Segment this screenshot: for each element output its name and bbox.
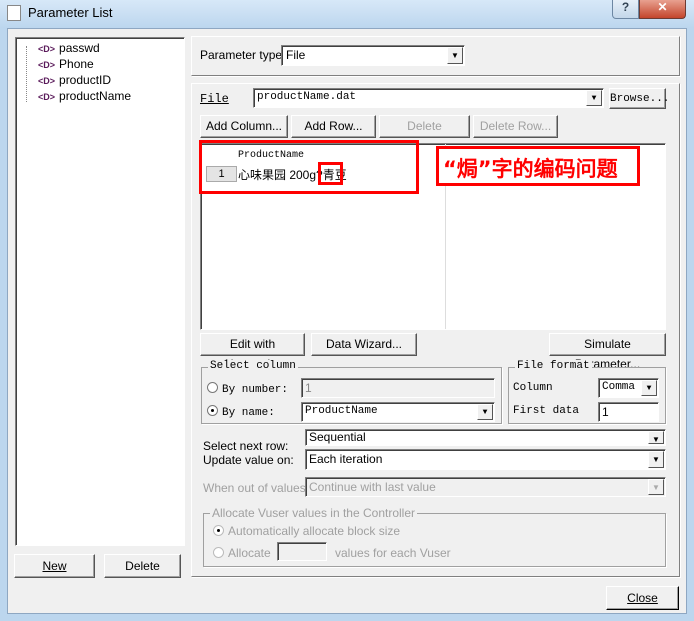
- param-type-select[interactable]: File ▼: [281, 45, 465, 66]
- tree-item-productid[interactable]: <D> productID: [38, 73, 111, 87]
- first-data-spinner[interactable]: 1: [598, 402, 659, 422]
- group-title: Select column: [208, 360, 298, 372]
- auto-allocate-radio[interactable]: Automatically allocate block size: [213, 524, 400, 538]
- next-row-select[interactable]: Sequential ▼: [305, 429, 666, 446]
- radio-icon: [207, 382, 218, 393]
- parameter-icon: <D>: [38, 76, 56, 86]
- chevron-down-icon: ▼: [586, 90, 602, 106]
- chevron-down-icon: ▼: [648, 431, 664, 444]
- by-number-radio[interactable]: By number:: [207, 382, 288, 396]
- tree-item-phone[interactable]: <D> Phone: [38, 57, 94, 71]
- out-of-values-select[interactable]: Continue with last value ▼: [305, 477, 666, 497]
- parameter-icon: <D>: [38, 60, 56, 70]
- chevron-down-icon: ▼: [477, 404, 493, 420]
- tree-item-productname[interactable]: <D> productName: [38, 89, 131, 103]
- parameter-icon: <D>: [38, 44, 56, 54]
- column-delimiter-label: Column: [513, 382, 553, 394]
- param-type-label: Parameter type:: [200, 48, 286, 62]
- allocate-count-input[interactable]: [277, 542, 327, 561]
- chevron-down-icon: ▼: [641, 380, 657, 396]
- column-delimiter-select[interactable]: Comma ▼: [598, 378, 659, 398]
- by-name-radio[interactable]: By name:: [207, 405, 275, 419]
- group-title: Allocate Vuser values in the Controller: [210, 506, 417, 520]
- chevron-down-icon: ▼: [648, 451, 664, 468]
- annotation-text: “焗”字的编码问题: [443, 157, 618, 181]
- highlight-box-char: [318, 162, 343, 185]
- app-icon: [7, 5, 21, 21]
- highlight-box-table: [199, 140, 419, 194]
- tree-item-label: passwd: [59, 41, 100, 55]
- window-title: Parameter List: [28, 5, 113, 20]
- radio-icon: [213, 547, 224, 558]
- file-path-input[interactable]: productName.dat ▼: [253, 88, 604, 108]
- browse-button[interactable]: Browse...: [609, 88, 669, 109]
- next-row-label: Select next row:: [203, 439, 289, 453]
- tree-item-passwd[interactable]: <D> passwd: [38, 41, 100, 55]
- radio-icon: [213, 525, 224, 536]
- file-label: File: [200, 92, 229, 106]
- allocate-suffix-label: values for each Vuser: [335, 546, 451, 560]
- out-of-values-label: When out of values:: [203, 481, 310, 495]
- help-button[interactable]: ?: [612, 0, 639, 19]
- parameter-tree[interactable]: <D> passwd <D> Phone <D> productID <D> produ…: [15, 37, 185, 546]
- delete-column-button[interactable]: Delete Column...: [379, 115, 470, 153]
- radio-icon: [207, 405, 218, 416]
- close-window-button[interactable]: ✕: [639, 0, 686, 19]
- chevron-down-icon: ▼: [648, 479, 664, 495]
- delete-row-button[interactable]: Delete Row...: [473, 115, 558, 138]
- parameter-icon: <D>: [38, 92, 56, 102]
- edit-notepad-button[interactable]: Edit with Notepad...: [200, 333, 305, 371]
- update-value-select[interactable]: Each iteration ▼: [305, 449, 666, 470]
- tree-item-label: productID: [59, 73, 112, 87]
- tree-lines: [26, 46, 36, 102]
- close-button[interactable]: Close: [606, 586, 679, 610]
- group-title: File format: [515, 360, 592, 372]
- data-wizard-button[interactable]: Data Wizard...: [311, 333, 417, 356]
- simulate-parameter-button[interactable]: Simulate Parameter...: [549, 333, 666, 371]
- new-button[interactable]: New: [14, 554, 95, 578]
- add-row-button[interactable]: Add Row...: [291, 115, 376, 138]
- tree-item-label: productName: [59, 89, 132, 103]
- column-name-select[interactable]: ProductName ▼: [301, 402, 495, 422]
- update-value-label: Update value on:: [203, 453, 294, 467]
- column-number-input[interactable]: 1: [301, 378, 495, 398]
- manual-allocate-radio[interactable]: Allocate: [213, 546, 271, 560]
- tree-item-label: Phone: [59, 57, 94, 71]
- add-column-button[interactable]: Add Column...: [200, 115, 288, 138]
- delete-button[interactable]: Delete: [104, 554, 181, 578]
- first-data-label: First data: [513, 405, 580, 417]
- chevron-down-icon: ▼: [447, 47, 463, 64]
